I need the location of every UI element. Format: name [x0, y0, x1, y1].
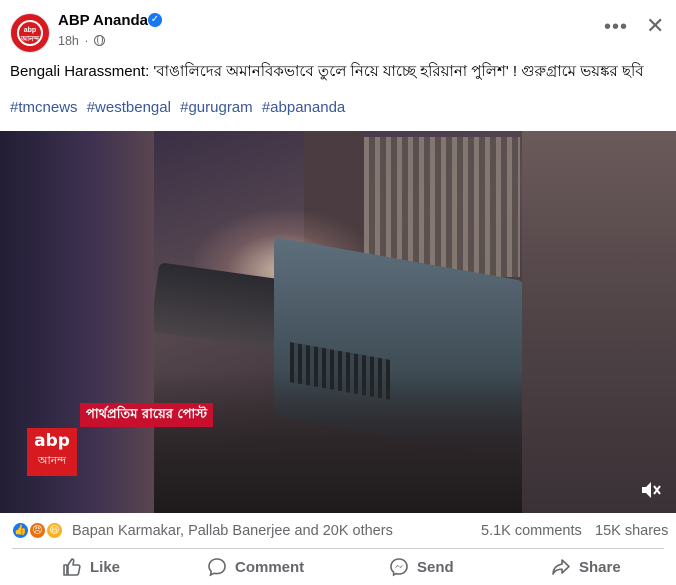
post-header: abp আনন্দ ABP Ananda ✓ 18h · ••• ✕	[0, 0, 676, 58]
action-bar: Like Comment Send Share	[0, 549, 676, 585]
angry-reaction-icon: 😠	[28, 521, 47, 540]
channel-logo-line1: abp	[34, 431, 70, 451]
video-blur-left	[0, 131, 154, 513]
channel-logo-line2: আনন্দ	[37, 454, 67, 467]
page-name[interactable]: ABP Ananda	[58, 12, 148, 29]
like-button[interactable]: Like	[62, 551, 120, 583]
reactor-names[interactable]: Bapan Karmakar, Pallab Banerjee and 20K …	[72, 523, 393, 539]
channel-logo: abp আনন্দ	[27, 428, 77, 476]
send-label: Send	[417, 558, 454, 576]
hashtag-link[interactable]: #tmcnews	[10, 99, 78, 116]
hashtags: #tmcnews #westbengal #gurugram #abpanand…	[10, 99, 350, 116]
messenger-icon	[390, 558, 408, 577]
comments-count[interactable]: 5.1K comments	[481, 523, 582, 539]
globe-icon	[93, 35, 105, 46]
post-message: Bengali Harassment: 'বাঙালিদের অমানবিকভা…	[10, 63, 644, 80]
video-player[interactable]: পার্থপ্রতিম রায়ের পোস্ট abp আনন্দ	[0, 131, 676, 513]
share-label: Share	[579, 558, 621, 576]
video-blur-right	[522, 131, 676, 513]
like-icon	[63, 558, 81, 576]
verified-badge-icon: ✓	[148, 13, 162, 27]
hashtag-link[interactable]: #gurugram	[180, 99, 253, 116]
facebook-post: abp আনন্দ ABP Ananda ✓ 18h · ••• ✕ Bengal…	[0, 0, 676, 585]
video-scene-ground	[154, 371, 522, 513]
post-meta: 18h ·	[58, 34, 105, 48]
haha-reaction-icon: 😆	[45, 521, 64, 540]
more-options-icon[interactable]: •••	[604, 17, 628, 37]
like-reaction-icon: 👍	[11, 521, 30, 540]
comment-button[interactable]: Comment	[207, 551, 304, 583]
mute-icon[interactable]	[640, 480, 662, 500]
reaction-icons[interactable]: 👍 😠 😆	[11, 521, 71, 541]
share-icon	[552, 559, 570, 575]
hashtag-link[interactable]: #abpananda	[262, 99, 345, 116]
post-time[interactable]: 18h	[58, 34, 79, 48]
video-frame	[154, 131, 522, 513]
like-label: Like	[90, 558, 121, 576]
shares-count[interactable]: 15K shares	[595, 523, 668, 539]
avatar-logo: abp আনন্দ	[17, 20, 43, 46]
comment-icon	[208, 558, 226, 577]
send-button[interactable]: Send	[389, 551, 454, 583]
share-button[interactable]: Share	[551, 551, 621, 583]
meta-separator: ·	[80, 34, 92, 48]
comment-label: Comment	[235, 558, 305, 576]
hashtag-link[interactable]: #westbengal	[87, 99, 171, 116]
close-icon[interactable]: ✕	[646, 15, 664, 37]
page-avatar[interactable]: abp আনন্দ	[10, 13, 50, 53]
video-caption-banner: পার্থপ্রতিম রায়ের পোস্ট	[80, 403, 214, 427]
post-stats: 👍 😠 😆 Bapan Karmakar, Pallab Banerjee an…	[0, 513, 676, 549]
